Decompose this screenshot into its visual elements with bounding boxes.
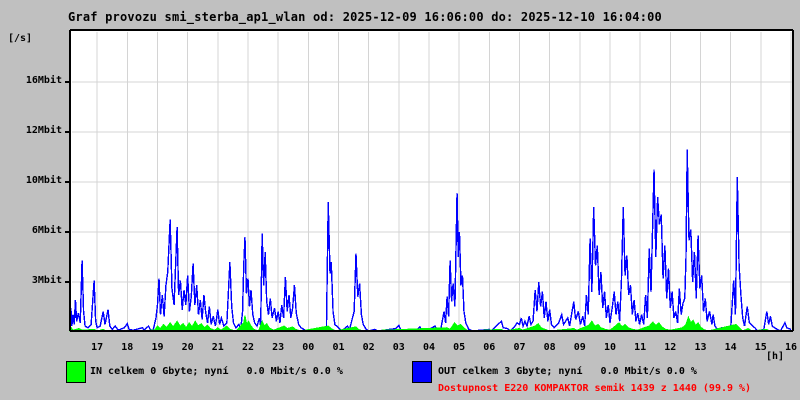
y-tick-label: 16Mbit [25,75,62,86]
legend-out-swatch [412,361,432,383]
x-tick-label: 01 [332,342,345,353]
x-tick-label: 23 [272,342,285,353]
x-tick-label: 00 [302,342,315,353]
x-tick-label: 09 [573,342,586,353]
y-tick-label: 6Mbit [31,225,62,236]
x-tick-label: 22 [241,342,254,353]
x-tick-label: 17 [91,342,104,353]
legend-in-swatch [66,361,86,383]
x-tick-label: 14 [724,342,737,353]
x-axis-unit-label: [h] [766,351,785,362]
x-tick-label: 20 [181,342,194,353]
y-tick-label: 10Mbit [25,175,62,186]
y-tick-label: 3Mbit [31,275,62,286]
availability-status: Dostupnost E220 KOMPAKTOR semik 1439 z 1… [438,383,752,394]
x-tick-label: 10 [603,342,616,353]
x-tick-label: 19 [151,342,164,353]
x-tick-label: 18 [121,342,134,353]
x-tick-label: 12 [664,342,677,353]
x-tick-label: 21 [211,342,224,353]
x-tick-label: 07 [513,342,526,353]
x-tick-label: 06 [483,342,496,353]
x-tick-label: 03 [392,342,405,353]
x-tick-label: 11 [634,342,647,353]
plot-area [65,29,794,333]
x-tick-label: 04 [422,342,435,353]
legend-out-label: OUT celkem 3 Gbyte; nyní 0.0 Mbit/s 0.0 … [438,366,697,377]
graph-title: Graf provozu smi_sterba_ap1_wlan od: 202… [68,10,662,24]
y-axis-unit-label: [/s] [8,33,33,44]
traffic-graph-window: Graf provozu smi_sterba_ap1_wlan od: 202… [0,0,800,400]
x-tick-label: 02 [362,342,375,353]
x-tick-label: 05 [453,342,466,353]
x-tick-label: 08 [543,342,556,353]
legend-in-label: IN celkem 0 Gbyte; nyní 0.0 Mbit/s 0.0 % [90,366,343,377]
y-tick-label: 12Mbit [25,125,62,136]
x-tick-label: 13 [694,342,707,353]
